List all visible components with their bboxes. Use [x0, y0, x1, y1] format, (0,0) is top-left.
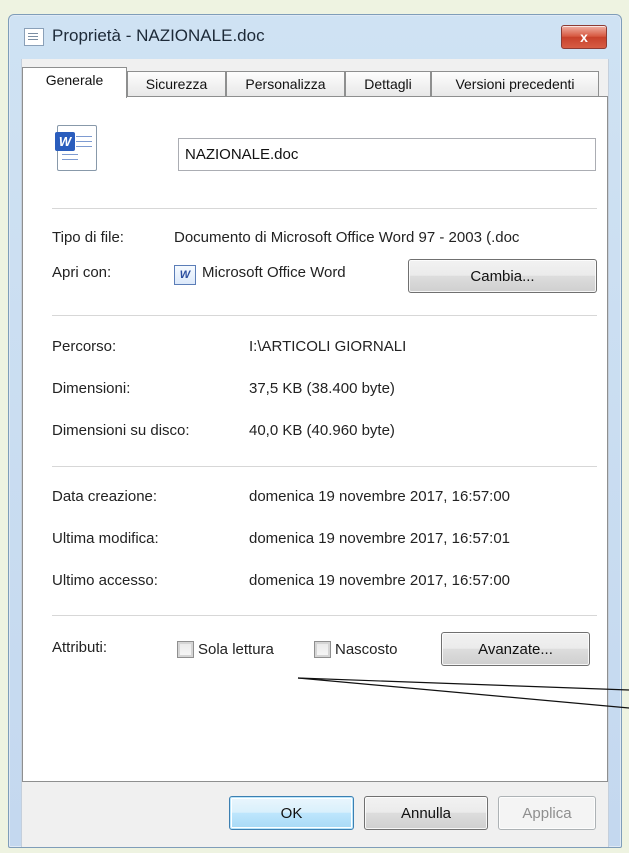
- file-type-label: Tipo di file:: [52, 229, 124, 246]
- size-value: 37,5 KB (38.400 byte): [249, 380, 395, 397]
- created-label: Data creazione:: [52, 488, 158, 505]
- tab-previous-versions[interactable]: Versioni precedenti: [431, 71, 599, 96]
- separator: [52, 615, 597, 616]
- title-bar[interactable]: Proprietà - NAZIONALE.doc x: [9, 15, 621, 59]
- tab-security[interactable]: Sicurezza: [127, 71, 226, 96]
- separator: [52, 466, 597, 467]
- path-label: Percorso:: [52, 338, 117, 355]
- path-value: I:\ARTICOLI GIORNALI: [249, 338, 407, 355]
- word-document-icon: [55, 125, 97, 171]
- accessed-value: domenica 19 novembre 2017, 16:57:00: [249, 572, 511, 589]
- page-background: Proprietà - NAZIONALE.doc x Generale Sic…: [0, 0, 629, 853]
- change-button[interactable]: Cambia...: [408, 259, 597, 293]
- hidden-checkbox[interactable]: [314, 641, 331, 658]
- close-button[interactable]: x: [561, 25, 607, 49]
- cancel-button[interactable]: Annulla: [364, 796, 488, 830]
- window-title: Proprietà - NAZIONALE.doc: [52, 26, 265, 45]
- tab-details[interactable]: Dettagli: [345, 71, 431, 96]
- disk-size-label: Dimensioni su disco:: [52, 422, 190, 439]
- attributes-label: Attributi:: [52, 639, 108, 656]
- open-with-value: Microsoft Office Word: [202, 264, 346, 281]
- hidden-checkbox-control[interactable]: Nascosto: [314, 638, 418, 662]
- document-icon: [24, 28, 44, 46]
- hidden-label: Nascosto: [335, 641, 398, 658]
- read-only-checkbox[interactable]: [177, 641, 194, 658]
- size-label: Dimensioni:: [52, 380, 131, 397]
- tab-customize[interactable]: Personalizza: [226, 71, 345, 96]
- modified-label: Ultima modifica:: [52, 530, 159, 547]
- apply-button: Applica: [498, 796, 596, 830]
- read-only-checkbox-control[interactable]: Sola lettura: [177, 638, 295, 662]
- accessed-label: Ultimo accesso:: [52, 572, 158, 589]
- created-value: domenica 19 novembre 2017, 16:57:00: [249, 488, 511, 505]
- modified-value: domenica 19 novembre 2017, 16:57:01: [249, 530, 511, 547]
- separator: [52, 315, 597, 316]
- file-name-field[interactable]: [178, 138, 596, 171]
- advanced-button[interactable]: Avanzate...: [441, 632, 590, 666]
- separator: [52, 208, 597, 209]
- open-with-label: Apri con:: [52, 264, 112, 281]
- properties-window: Proprietà - NAZIONALE.doc x Generale Sic…: [8, 14, 622, 848]
- dialog-body: Generale Sicurezza Personalizza Dettagli…: [21, 59, 609, 847]
- tab-strip: Generale Sicurezza Personalizza Dettagli…: [22, 67, 610, 98]
- general-panel: Tipo di file: Documento di Microsoft Off…: [22, 96, 608, 782]
- read-only-label: Sola lettura: [198, 641, 274, 658]
- ok-button[interactable]: OK: [229, 796, 354, 830]
- file-type-value: Documento di Microsoft Office Word 97 - …: [174, 229, 520, 246]
- word-app-icon: W: [174, 265, 196, 285]
- tab-general[interactable]: Generale: [22, 67, 127, 98]
- disk-size-value: 40,0 KB (40.960 byte): [249, 422, 395, 439]
